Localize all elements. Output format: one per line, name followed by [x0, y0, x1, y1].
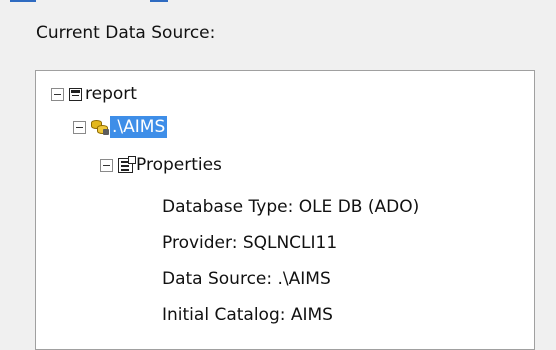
tree-node-properties[interactable]: Properties: [100, 150, 222, 180]
tree-node-datasource[interactable]: .\AIMS: [73, 112, 168, 142]
tree-node-label: report: [85, 84, 137, 104]
property-provider[interactable]: Provider: SQLNCLI11: [162, 233, 337, 253]
collapse-toggle-icon[interactable]: [51, 87, 64, 101]
database-icon: [91, 119, 109, 135]
report-icon: [69, 87, 82, 101]
tree-node-label: Properties: [136, 155, 222, 175]
properties-icon: [118, 155, 136, 173]
top-strip: [0, 0, 556, 7]
tree-node-report[interactable]: report: [51, 79, 137, 109]
collapse-toggle-icon[interactable]: [100, 158, 113, 172]
decor-line: [10, 0, 36, 2]
property-data-source[interactable]: Data Source: .\AIMS: [162, 269, 331, 289]
data-source-tree[interactable]: report .\AIMS Properties Database Type: …: [35, 70, 535, 350]
tree-node-label: .\AIMS: [110, 116, 168, 138]
collapse-toggle-icon[interactable]: [73, 120, 86, 134]
property-initial-catalog[interactable]: Initial Catalog: AIMS: [162, 305, 333, 325]
property-database-type[interactable]: Database Type: OLE DB (ADO): [162, 197, 419, 217]
decor-line: [150, 0, 168, 2]
current-data-source-label: Current Data Source:: [36, 23, 216, 43]
